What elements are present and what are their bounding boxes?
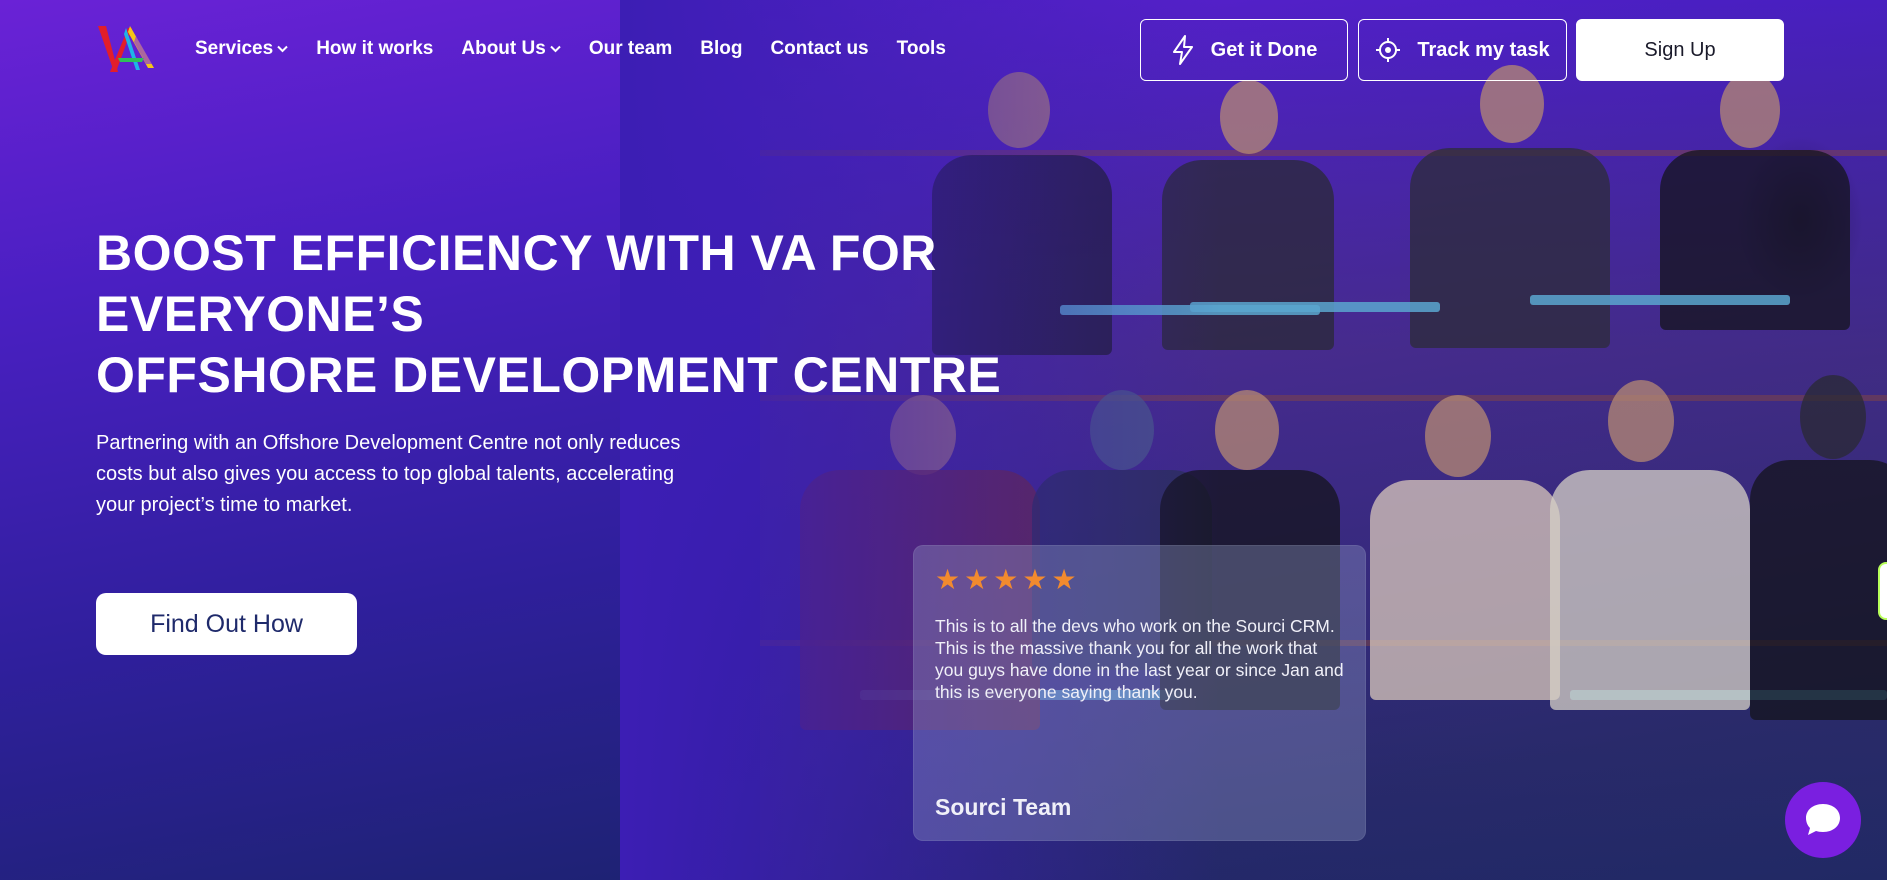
hero-subtext: Partnering with an Offshore Development …	[96, 432, 681, 516]
sign-up-button[interactable]: Sign Up	[1576, 19, 1784, 81]
testimonial-text: This is to all the devs who work on the …	[935, 616, 1344, 702]
chevron-down-icon	[277, 42, 288, 56]
main-nav: Services How it works About Us Our team …	[195, 38, 974, 60]
star-icon: ★	[964, 564, 990, 595]
person-body	[1550, 470, 1750, 710]
nav-label: About Us	[461, 38, 546, 59]
desk	[1190, 302, 1440, 312]
hero-headline: BOOST EFFICIENCY WITH VA FOR EVERYONE’S …	[96, 223, 1002, 406]
star-rating: ★ ★ ★ ★ ★	[935, 566, 1081, 594]
star-icon: ★	[1022, 564, 1048, 595]
person-head	[1425, 395, 1491, 477]
chevron-down-icon	[550, 42, 561, 56]
nav-contact-us[interactable]: Contact us	[770, 38, 868, 60]
nav-about-us[interactable]: About Us	[461, 38, 561, 60]
person-head	[1608, 380, 1674, 462]
track-my-task-label: Track my task	[1417, 38, 1550, 61]
crosshair-icon	[1376, 38, 1401, 62]
nav-how-it-works[interactable]: How it works	[316, 38, 433, 60]
chat-bubble-icon	[1806, 804, 1840, 835]
person-body	[1410, 148, 1610, 348]
person-head	[1215, 390, 1279, 470]
track-my-task-button[interactable]: Track my task	[1358, 19, 1567, 81]
find-out-how-button[interactable]: Find Out How	[96, 593, 357, 655]
testimonial-author: Sourci Team	[935, 794, 1072, 820]
nav-label: Blog	[700, 38, 743, 59]
nav-label: Services	[195, 38, 274, 59]
lightning-icon	[1172, 35, 1193, 65]
nav-services[interactable]: Services	[195, 38, 288, 60]
va-logo[interactable]	[96, 22, 158, 76]
nav-label: Contact us	[770, 38, 869, 59]
nav-label: Tools	[896, 38, 946, 59]
nav-blog[interactable]: Blog	[700, 38, 742, 60]
headline-line: BOOST EFFICIENCY WITH VA FOR	[96, 225, 937, 281]
testimonial-card: ★ ★ ★ ★ ★ This is to all the devs who wo…	[913, 545, 1366, 841]
star-icon: ★	[935, 564, 961, 595]
chat-button[interactable]	[1785, 782, 1861, 858]
sign-up-label: Sign Up	[1644, 38, 1716, 61]
star-icon: ★	[993, 564, 1019, 595]
nav-tools[interactable]: Tools	[897, 38, 946, 60]
person-body	[1370, 480, 1560, 700]
headline-line: OFFSHORE DEVELOPMENT CENTRE	[96, 347, 1002, 403]
nav-label: How it works	[316, 38, 434, 59]
side-feedback-tab[interactable]	[1878, 562, 1887, 620]
person-head	[1800, 375, 1866, 459]
headline-line: EVERYONE’S	[96, 286, 425, 342]
site-header: Services How it works About Us Our team …	[0, 0, 1887, 100]
desk	[1530, 295, 1790, 305]
get-it-done-label: Get it Done	[1210, 38, 1318, 61]
star-icon: ★	[1051, 564, 1077, 595]
get-it-done-button[interactable]: Get it Done	[1140, 19, 1348, 81]
nav-label: Our team	[588, 38, 673, 59]
nav-our-team[interactable]: Our team	[589, 38, 672, 60]
person-body	[1750, 460, 1887, 720]
